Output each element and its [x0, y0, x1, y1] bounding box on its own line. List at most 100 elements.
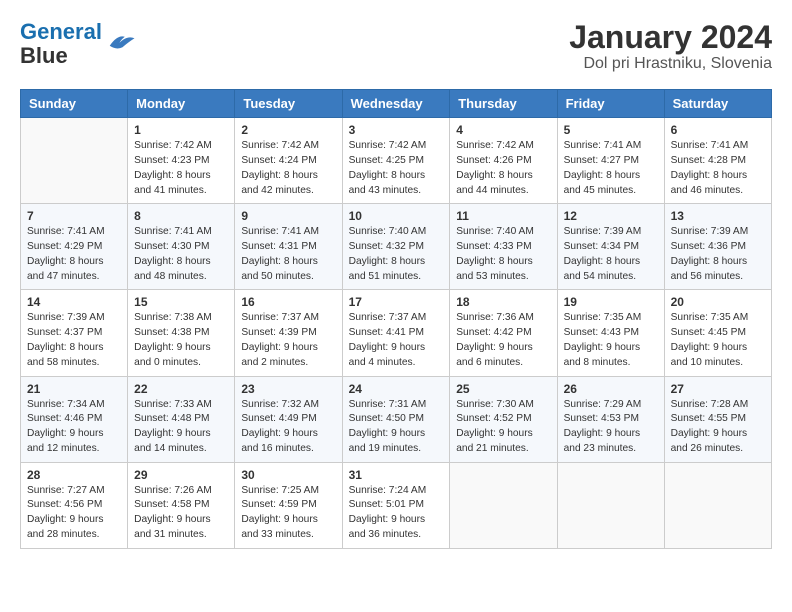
calendar-cell: 28 Sunrise: 7:27 AMSunset: 4:56 PMDayligh… [21, 462, 128, 548]
calendar-cell [557, 462, 664, 548]
calendar-header: SundayMondayTuesdayWednesdayThursdayFrid… [21, 90, 772, 118]
day-number: 23 [241, 382, 335, 396]
weekday-header-monday: Monday [128, 90, 235, 118]
calendar-cell [450, 462, 557, 548]
day-info: Sunrise: 7:42 AMSunset: 4:25 PMDaylight:… [349, 139, 444, 198]
day-number: 9 [241, 209, 335, 223]
day-info: Sunrise: 7:32 AMSunset: 4:49 PMDaylight:… [241, 398, 335, 457]
day-info: Sunrise: 7:36 AMSunset: 4:42 PMDaylight:… [456, 311, 550, 370]
calendar-cell [21, 118, 128, 204]
day-info: Sunrise: 7:41 AMSunset: 4:31 PMDaylight:… [241, 225, 335, 284]
calendar-cell: 2Sunrise: 7:42 AMSunset: 4:24 PMDaylight… [235, 118, 342, 204]
weekday-header-tuesday: Tuesday [235, 90, 342, 118]
day-info: Sunrise: 7:26 AMSunset: 4:58 PMDaylight:… [134, 484, 228, 543]
weekday-header-wednesday: Wednesday [342, 90, 450, 118]
day-number: 15 [134, 295, 228, 309]
day-number: 20 [671, 295, 765, 309]
calendar-cell: 9 Sunrise: 7:41 AMSunset: 4:31 PMDaylight… [235, 204, 342, 290]
calendar-cell: 16 Sunrise: 7:37 AMSunset: 4:39 PMDayligh… [235, 290, 342, 376]
day-info: Sunrise: 7:41 AMSunset: 4:27 PMDaylight:… [564, 139, 658, 198]
weekday-row: SundayMondayTuesdayWednesdayThursdayFrid… [21, 90, 772, 118]
weekday-header-thursday: Thursday [450, 90, 557, 118]
day-info: Sunrise: 7:31 AMSunset: 4:50 PMDaylight:… [349, 398, 444, 457]
calendar-cell: 5 Sunrise: 7:41 AMSunset: 4:27 PMDaylight… [557, 118, 664, 204]
calendar-cell: 31Sunrise: 7:24 AMSunset: 5:01 PMDayligh… [342, 462, 450, 548]
calendar-cell: 8 Sunrise: 7:41 AMSunset: 4:30 PMDaylight… [128, 204, 235, 290]
day-info: Sunrise: 7:38 AMSunset: 4:38 PMDaylight:… [134, 311, 228, 370]
calendar-week-row: 28 Sunrise: 7:27 AMSunset: 4:56 PMDayligh… [21, 462, 772, 548]
day-info: Sunrise: 7:40 AMSunset: 4:33 PMDaylight:… [456, 225, 550, 284]
calendar-cell: 1 Sunrise: 7:42 AMSunset: 4:23 PMDaylight… [128, 118, 235, 204]
day-number: 12 [564, 209, 658, 223]
calendar-body: 1 Sunrise: 7:42 AMSunset: 4:23 PMDaylight… [21, 118, 772, 549]
day-info: Sunrise: 7:35 AMSunset: 4:43 PMDaylight:… [564, 311, 658, 370]
day-number: 21 [27, 382, 121, 396]
calendar-week-row: 7Sunrise: 7:41 AMSunset: 4:29 PMDaylight… [21, 204, 772, 290]
day-number: 18 [456, 295, 550, 309]
day-number: 30 [241, 468, 335, 482]
weekday-header-saturday: Saturday [664, 90, 771, 118]
calendar-cell: 29Sunrise: 7:26 AMSunset: 4:58 PMDayligh… [128, 462, 235, 548]
day-number: 19 [564, 295, 658, 309]
day-info: Sunrise: 7:25 AMSunset: 4:59 PMDaylight:… [241, 484, 335, 543]
calendar-cell: 26 Sunrise: 7:29 AMSunset: 4:53 PMDayligh… [557, 376, 664, 462]
day-info: Sunrise: 7:42 AMSunset: 4:23 PMDaylight:… [134, 139, 228, 198]
calendar-cell: 4Sunrise: 7:42 AMSunset: 4:26 PMDaylight… [450, 118, 557, 204]
day-number: 1 [134, 123, 228, 137]
day-info: Sunrise: 7:41 AMSunset: 4:30 PMDaylight:… [134, 225, 228, 284]
page-title: January 2024 [569, 20, 772, 55]
day-info: Sunrise: 7:29 AMSunset: 4:53 PMDaylight:… [564, 398, 658, 457]
day-info: Sunrise: 7:39 AMSunset: 4:37 PMDaylight:… [27, 311, 121, 370]
calendar-week-row: 1 Sunrise: 7:42 AMSunset: 4:23 PMDaylight… [21, 118, 772, 204]
day-info: Sunrise: 7:28 AMSunset: 4:55 PMDaylight:… [671, 398, 765, 457]
day-number: 14 [27, 295, 121, 309]
day-number: 26 [564, 382, 658, 396]
day-number: 17 [349, 295, 444, 309]
calendar-cell: 25 Sunrise: 7:30 AMSunset: 4:52 PMDayligh… [450, 376, 557, 462]
calendar-cell: 27 Sunrise: 7:28 AMSunset: 4:55 PMDayligh… [664, 376, 771, 462]
day-number: 28 [27, 468, 121, 482]
logo-text: General Blue [20, 20, 102, 68]
day-info: Sunrise: 7:27 AMSunset: 4:56 PMDaylight:… [27, 484, 121, 543]
day-info: Sunrise: 7:39 AMSunset: 4:36 PMDaylight:… [671, 225, 765, 284]
calendar-cell: 20 Sunrise: 7:35 AMSunset: 4:45 PMDayligh… [664, 290, 771, 376]
day-info: Sunrise: 7:35 AMSunset: 4:45 PMDaylight:… [671, 311, 765, 370]
day-number: 31 [349, 468, 444, 482]
day-info: Sunrise: 7:39 AMSunset: 4:34 PMDaylight:… [564, 225, 658, 284]
calendar-cell: 19 Sunrise: 7:35 AMSunset: 4:43 PMDayligh… [557, 290, 664, 376]
calendar-week-row: 21 Sunrise: 7:34 AMSunset: 4:46 PMDayligh… [21, 376, 772, 462]
calendar-cell: 22Sunrise: 7:33 AMSunset: 4:48 PMDayligh… [128, 376, 235, 462]
day-number: 24 [349, 382, 444, 396]
day-info: Sunrise: 7:41 AMSunset: 4:28 PMDaylight:… [671, 139, 765, 198]
day-number: 6 [671, 123, 765, 137]
day-info: Sunrise: 7:37 AMSunset: 4:39 PMDaylight:… [241, 311, 335, 370]
day-info: Sunrise: 7:30 AMSunset: 4:52 PMDaylight:… [456, 398, 550, 457]
day-number: 10 [349, 209, 444, 223]
calendar-cell: 14 Sunrise: 7:39 AMSunset: 4:37 PMDayligh… [21, 290, 128, 376]
day-number: 4 [456, 123, 550, 137]
day-number: 8 [134, 209, 228, 223]
calendar-cell: 24 Sunrise: 7:31 AMSunset: 4:50 PMDayligh… [342, 376, 450, 462]
calendar-cell: 7Sunrise: 7:41 AMSunset: 4:29 PMDaylight… [21, 204, 128, 290]
day-number: 13 [671, 209, 765, 223]
day-number: 7 [27, 209, 121, 223]
calendar-cell: 17Sunrise: 7:37 AMSunset: 4:41 PMDayligh… [342, 290, 450, 376]
calendar-cell: 11Sunrise: 7:40 AMSunset: 4:33 PMDayligh… [450, 204, 557, 290]
day-number: 5 [564, 123, 658, 137]
logo: General Blue [20, 20, 136, 68]
weekday-header-friday: Friday [557, 90, 664, 118]
day-number: 3 [349, 123, 444, 137]
title-block: January 2024 Dol pri Hrastniku, Slovenia [569, 20, 772, 73]
calendar-cell [664, 462, 771, 548]
calendar-cell: 15 Sunrise: 7:38 AMSunset: 4:38 PMDayligh… [128, 290, 235, 376]
day-number: 25 [456, 382, 550, 396]
page-header: General Blue January 2024 Dol pri Hrastn… [20, 20, 772, 73]
page-subtitle: Dol pri Hrastniku, Slovenia [569, 55, 772, 73]
logo-bird-icon [106, 30, 136, 54]
calendar-cell: 30 Sunrise: 7:25 AMSunset: 4:59 PMDayligh… [235, 462, 342, 548]
calendar-cell: 12 Sunrise: 7:39 AMSunset: 4:34 PMDayligh… [557, 204, 664, 290]
calendar-cell: 23 Sunrise: 7:32 AMSunset: 4:49 PMDayligh… [235, 376, 342, 462]
day-number: 16 [241, 295, 335, 309]
day-number: 27 [671, 382, 765, 396]
day-info: Sunrise: 7:34 AMSunset: 4:46 PMDaylight:… [27, 398, 121, 457]
